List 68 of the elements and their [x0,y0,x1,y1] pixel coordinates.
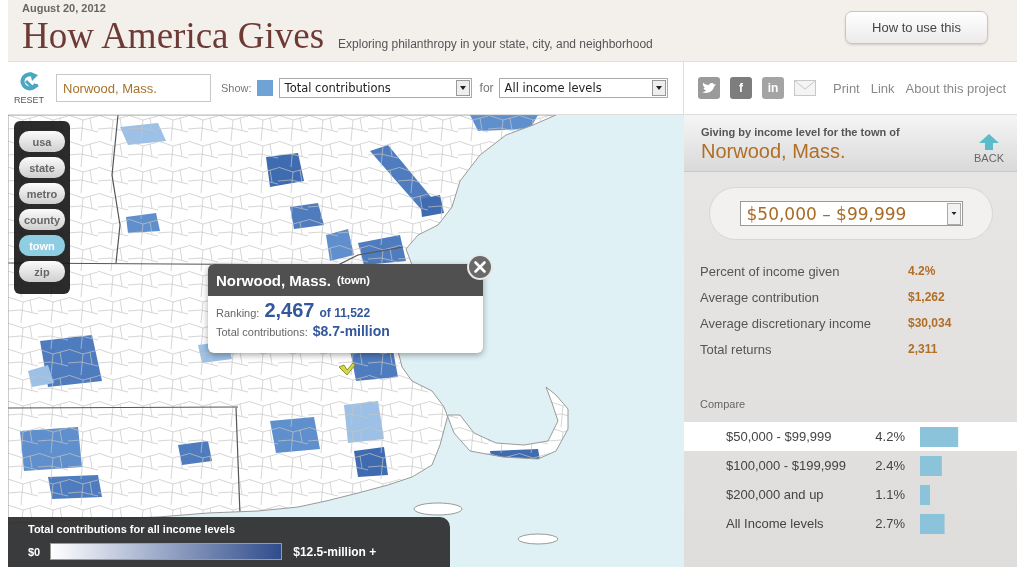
panel-heading: Giving by income level for the town of [701,126,900,139]
percent-bar [920,513,945,534]
percent-value: 2.4% [874,458,905,473]
ranking-total: of 11,522 [319,306,371,320]
measure-dropdown[interactable]: Total contributions [278,78,472,98]
compare-label: Compare [699,397,747,411]
toolbar-link[interactable]: Print [833,80,860,96]
level-button[interactable]: state [19,157,65,178]
caret-icon [651,80,666,96]
legend-title: Total contributions for all income levels [28,523,236,536]
contributions-value: $8.7-million [312,323,390,339]
income-dropdown[interactable]: All income levels [498,78,668,98]
level-button[interactable]: usa [19,131,65,152]
stat-value: 4.2% [908,264,936,278]
for-label: for [479,81,494,95]
stat-value: $30,034 [908,316,952,330]
compare-row[interactable]: $100,000 - $199,999 2.4% [684,451,1017,480]
stat-value: $1,262 [908,290,945,304]
percent-value: 1.1% [874,487,905,502]
legend-min: $0 [28,545,41,558]
legend-max: $12.5-million + [293,544,377,559]
toolbar-link[interactable]: Link [870,80,895,96]
site-title: How America Gives [22,15,325,57]
date-text: August 20, 2012 [22,2,107,15]
bird-icon[interactable] [698,77,720,99]
place-type: (town) [337,274,370,286]
percent-bar [920,484,930,505]
percent-value: 2.7% [874,516,905,531]
site-subtitle: Exploring philanthropy in your state, city, and neighborhood [338,37,653,51]
stat-value: 2,311 [908,342,938,356]
level-button[interactable]: zip [19,261,65,282]
caret-icon [946,202,961,225]
ranking-label: Ranking: [216,307,260,319]
compare-row[interactable]: All Income levels 2.7% [684,509,1017,538]
reset-icon [18,70,40,93]
color-swatch-icon [256,80,273,96]
income-range: $50,000 - $99,999 [726,429,833,444]
mail-icon[interactable] [794,77,816,99]
income-range-dropdown[interactable]: $50,000 – $99,999 [739,201,963,226]
caret-icon [455,80,470,96]
stat-label: Average discretionary income [700,315,872,331]
income-range: All Income levels [726,516,825,531]
level-button[interactable]: county [19,209,65,230]
up-arrow-icon [979,134,999,150]
show-label: Show: [221,82,252,94]
percent-value: 4.2% [874,429,905,444]
share-button[interactable]: in [762,77,784,99]
help-button[interactable]: How to use this [845,11,988,44]
stat-label: Average contribution [700,289,820,305]
compare-row[interactable]: $50,000 - $99,999 4.2% [684,422,1017,451]
contributions-label: Total contributions: [216,326,308,338]
ranking-value: 2,467 [264,299,315,322]
reset-button[interactable]: RESET [16,70,42,106]
toolbar-link[interactable]: About this project [905,80,1007,96]
location-input[interactable]: Norwood, Mass. [56,74,211,102]
panel-place-name: Norwood, Mass. [701,139,847,163]
income-range: $100,000 - $199,999 [726,458,847,473]
place-name: Norwood, Mass. [216,271,331,289]
level-button[interactable]: metro [19,183,65,204]
percent-bar [920,455,942,476]
percent-bar [920,426,959,447]
share-button[interactable]: f [730,77,752,99]
back-button[interactable]: BACK [974,134,1004,166]
income-range: $200,000 and up [726,487,825,502]
stat-label: Total returns [700,341,773,357]
compare-row[interactable]: $200,000 and up 1.1% [684,480,1017,509]
marker-icon [338,362,356,376]
stat-label: Percent of income given [700,263,841,279]
